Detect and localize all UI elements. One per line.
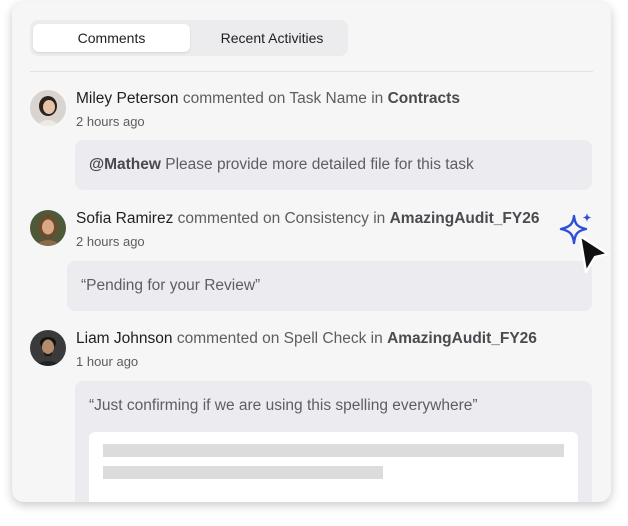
comment-headline: Liam Johnson commented on Spell Check in… <box>76 330 537 348</box>
skeleton-line <box>103 466 383 479</box>
comment-text: “Just confirming if we are using this sp… <box>89 397 478 414</box>
comment-action: commented on Spell Check in <box>176 330 383 347</box>
comment-bubble: “Pending for your Review” <box>67 261 592 311</box>
author-name[interactable]: Miley Peterson <box>76 90 179 107</box>
avatar[interactable] <box>30 210 66 246</box>
timestamp: 2 hours ago <box>76 114 145 129</box>
comment-headline: Miley Peterson commented on Task Name in… <box>76 90 460 108</box>
comment-text: Please provide more detailed file for th… <box>165 156 474 173</box>
author-name[interactable]: Sofia Ramirez <box>76 210 173 227</box>
comment-bubble: @Mathew Please provide more detailed fil… <box>75 140 592 190</box>
ai-cursor-overlay <box>556 210 616 280</box>
tab-recent-activities[interactable]: Recent Activities <box>202 24 342 52</box>
project-link[interactable]: AmazingAudit_FY26 <box>390 210 540 227</box>
author-name[interactable]: Liam Johnson <box>76 330 173 347</box>
skeleton-line <box>103 444 564 457</box>
project-link[interactable]: AmazingAudit_FY26 <box>387 330 537 347</box>
tab-bar: Comments Recent Activities <box>30 20 348 56</box>
pointer-cursor-icon <box>578 234 610 274</box>
comments-panel: Comments Recent Activities Miley Peterso… <box>12 2 611 502</box>
comment-action: commented on Task Name in <box>182 90 384 107</box>
comment-text: “Pending for your Review” <box>81 277 261 294</box>
avatar[interactable] <box>30 330 66 366</box>
tab-comments[interactable]: Comments <box>33 24 190 52</box>
project-link[interactable]: Contracts <box>388 90 460 107</box>
comment-headline: Sofia Ramirez commented on Consistency i… <box>76 210 539 228</box>
comment-action: commented on Consistency in <box>177 210 386 227</box>
timestamp: 2 hours ago <box>76 234 145 249</box>
mention[interactable]: @Mathew <box>89 156 161 173</box>
divider <box>30 71 593 72</box>
timestamp: 1 hour ago <box>76 354 139 369</box>
attachment-preview[interactable] <box>89 432 578 502</box>
avatar[interactable] <box>30 90 66 126</box>
